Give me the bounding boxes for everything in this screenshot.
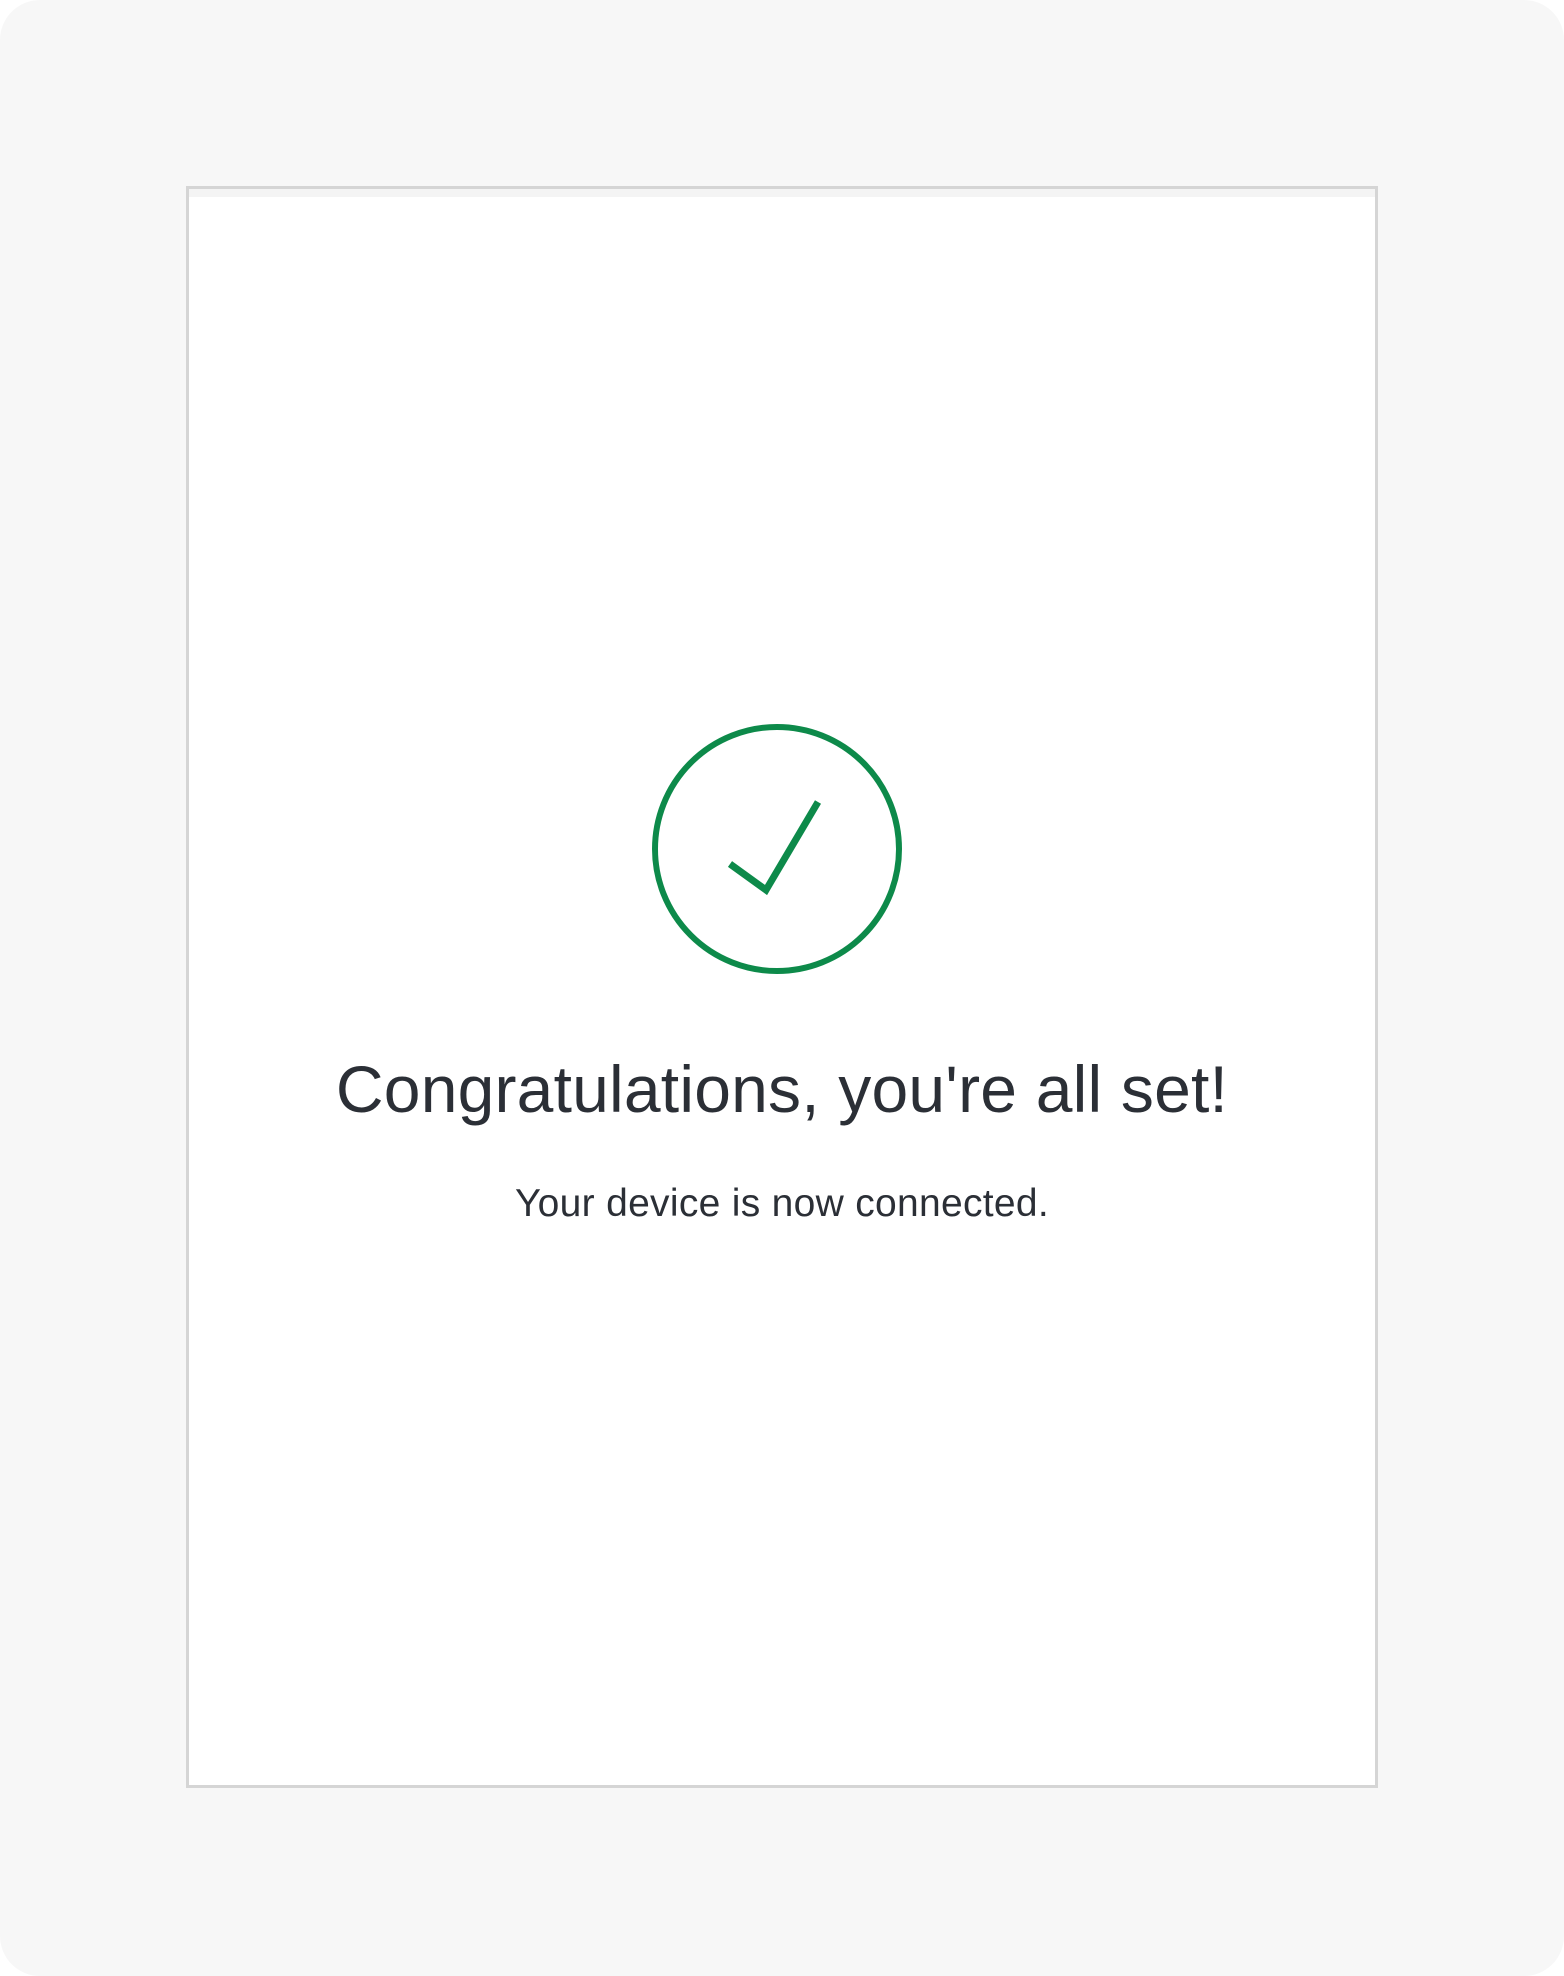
success-title: Congratulations, you're all set!: [335, 1052, 1229, 1126]
checkmark-circle-icon: [652, 724, 902, 974]
success-card: Congratulations, you're all set! Your de…: [186, 186, 1378, 1788]
app-frame: Congratulations, you're all set! Your de…: [0, 0, 1564, 1976]
success-message: Your device is now connected.: [514, 1182, 1050, 1225]
